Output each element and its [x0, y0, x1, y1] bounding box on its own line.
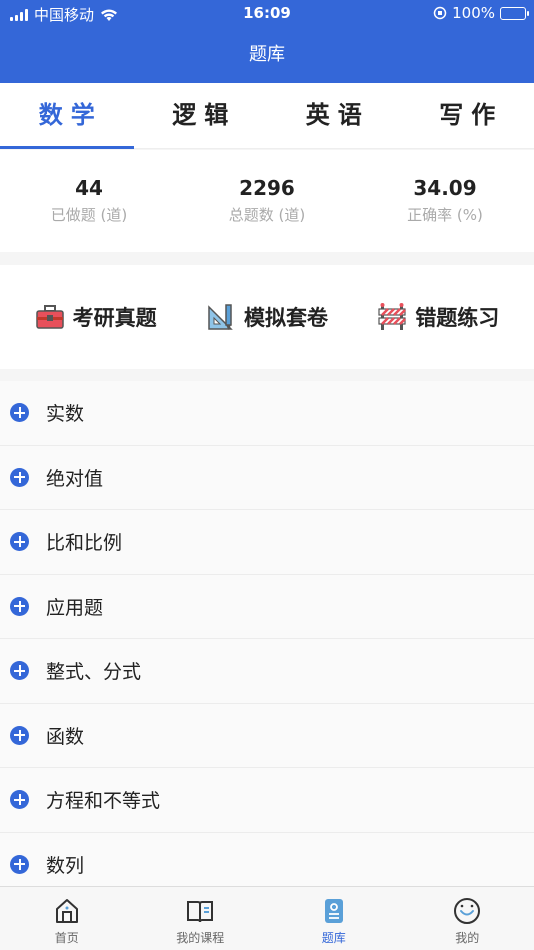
- tab-writing[interactable]: 写作: [401, 83, 534, 148]
- list-item[interactable]: 实数: [0, 381, 534, 446]
- expand-plus-icon[interactable]: [10, 532, 29, 552]
- topic-list: 实数 绝对值 比和比例 应用题 整式、分式 函数 方程和不等式 数列: [0, 381, 534, 886]
- stats-panel: 44 已做题 (道) 2296 总题数 (道) 34.09 正确率 (%): [0, 150, 534, 252]
- battery-icon: [500, 6, 529, 20]
- stat-label: 总题数 (道): [228, 206, 306, 224]
- topic-label: 实数: [46, 403, 85, 426]
- status-right: 100%: [433, 4, 529, 22]
- tab-question-bank[interactable]: 题库: [267, 887, 401, 950]
- expand-plus-icon[interactable]: [10, 467, 29, 487]
- topic-label: 方程和不等式: [46, 790, 161, 813]
- list-item[interactable]: 整式、分式: [0, 639, 534, 704]
- bottom-tab-bar: 首页 我的课程 题库 我的: [0, 886, 534, 950]
- ruler-pencil-icon: [208, 304, 233, 330]
- tab-english[interactable]: 英语: [267, 83, 401, 148]
- expand-plus-icon[interactable]: [10, 790, 29, 810]
- stat-label: 已做题 (道): [50, 206, 128, 224]
- topic-label: 比和比例: [46, 532, 123, 555]
- topic-label: 整式、分式: [46, 661, 142, 684]
- stat-value: 44: [75, 176, 103, 200]
- expand-plus-icon[interactable]: [10, 661, 29, 681]
- expand-plus-icon[interactable]: [10, 403, 29, 423]
- quick-label: 错题练习: [415, 306, 500, 330]
- toolbox-icon: [35, 305, 64, 329]
- quick-label: 考研真题: [72, 306, 157, 330]
- list-item[interactable]: 应用题: [0, 575, 534, 639]
- expand-plus-icon[interactable]: [10, 596, 29, 616]
- mock-papers-button[interactable]: 模拟套卷: [206, 302, 328, 332]
- stat-label: 正确率 (%): [407, 206, 483, 224]
- tab-label: 题库: [321, 931, 346, 945]
- tab-label: 我的课程: [176, 931, 225, 945]
- tab-logic[interactable]: 逻辑: [134, 83, 268, 148]
- smile-face-icon: [454, 898, 481, 924]
- list-item[interactable]: 函数: [0, 704, 534, 768]
- topic-label: 绝对值: [46, 467, 104, 490]
- topic-label: 应用题: [46, 596, 104, 619]
- list-item[interactable]: 绝对值: [0, 446, 534, 510]
- list-item[interactable]: 数列: [0, 833, 534, 887]
- stat-value: 2296: [239, 176, 295, 200]
- tab-home[interactable]: 首页: [0, 887, 134, 950]
- home-icon: [55, 899, 78, 923]
- tab-label: 首页: [54, 931, 79, 945]
- page-title: 题库: [249, 44, 285, 65]
- list-item[interactable]: 比和比例: [0, 510, 534, 575]
- status-bar: 中国移动 16:09 100%: [0, 0, 534, 28]
- tab-label: 我的: [455, 931, 480, 945]
- expand-plus-icon[interactable]: [10, 725, 29, 745]
- past-exams-button[interactable]: 考研真题: [35, 302, 157, 332]
- tab-profile[interactable]: 我的: [401, 887, 534, 950]
- stat-value: 34.09: [413, 176, 477, 200]
- nav-bar: 题库: [0, 28, 534, 83]
- stat-done: 44 已做题 (道): [0, 150, 178, 252]
- quick-entries: 考研真题 模拟套卷 错题练习: [0, 265, 534, 369]
- barrier-icon: [378, 303, 407, 330]
- topic-label: 函数: [46, 725, 85, 748]
- book-icon: [187, 901, 214, 923]
- stat-accuracy: 34.09 正确率 (%): [356, 150, 534, 252]
- list-item[interactable]: 方程和不等式: [0, 768, 534, 833]
- subject-tabs: 数学 逻辑 英语 写作: [0, 83, 534, 149]
- expand-plus-icon[interactable]: [10, 854, 29, 874]
- tab-math[interactable]: 数学: [0, 83, 134, 149]
- question-bank-icon: [324, 899, 343, 923]
- orientation-lock-icon: [433, 6, 447, 20]
- stat-total: 2296 总题数 (道): [178, 150, 356, 252]
- topic-label: 数列: [46, 854, 85, 877]
- tab-my-courses[interactable]: 我的课程: [134, 887, 268, 950]
- quick-label: 模拟套卷: [243, 306, 328, 330]
- battery-percent: 100%: [452, 4, 495, 22]
- wrong-questions-button[interactable]: 错题练习: [377, 302, 499, 332]
